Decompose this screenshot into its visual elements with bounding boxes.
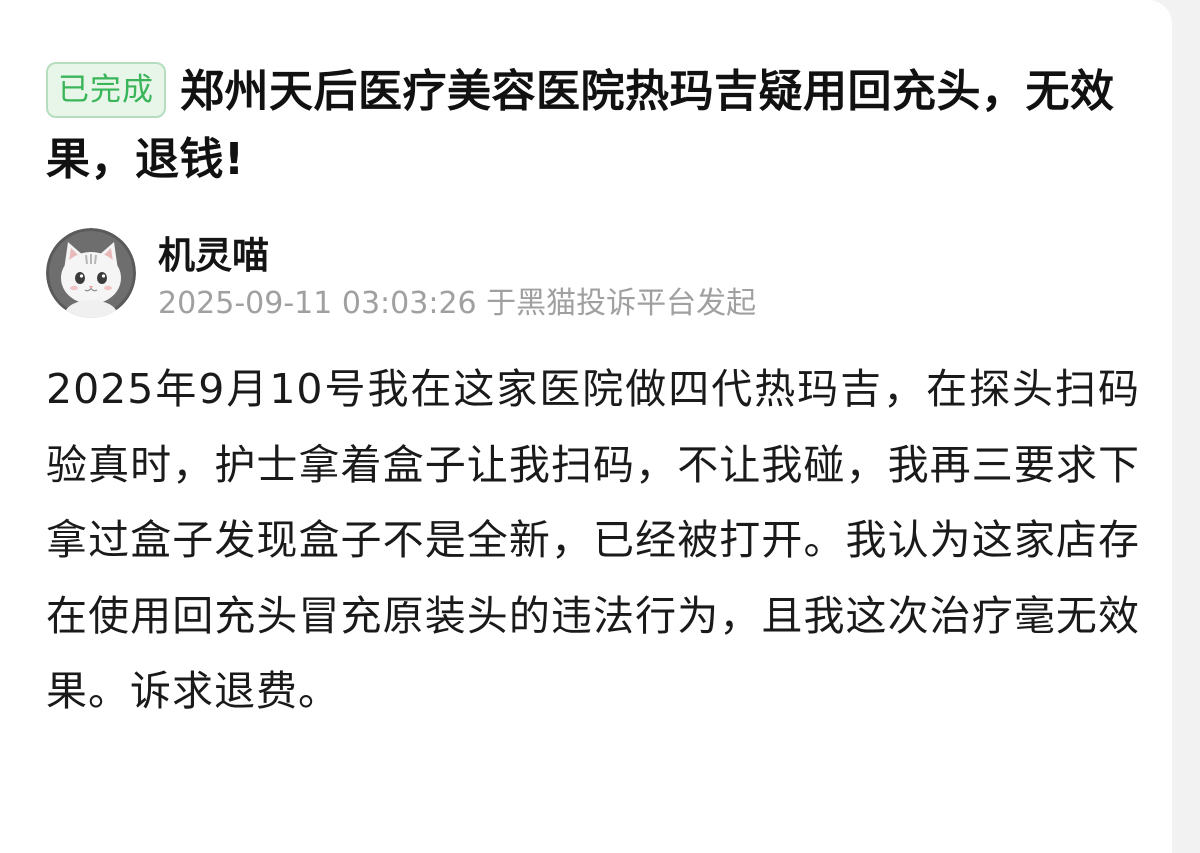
cat-avatar-icon[interactable] <box>46 228 136 318</box>
post-meta: 2025-09-11 03:03:26 于黑猫投诉平台发起 <box>158 284 756 324</box>
post-source: 于黑猫投诉平台发起 <box>486 286 757 321</box>
post-title[interactable]: 郑州天后医疗美容医院热玛吉疑用回充头，无效果，退钱! <box>46 66 1115 185</box>
complaint-card: 已完成 郑州天后医疗美容医院热玛吉疑用回充头，无效果，退钱! 机灵喵 2025-… <box>0 0 1172 853</box>
complaint-body: 2025年9月10号我在这家医院做四代热玛吉，在探头扫码验真时，护士拿着盒子让我… <box>46 365 1140 715</box>
post-timestamp: 2025-09-11 03:03:26 <box>158 286 477 321</box>
author-name[interactable]: 机灵喵 <box>158 232 269 280</box>
author-block: 机灵喵 2025-09-11 03:03:26 于黑猫投诉平台发起 <box>46 228 1136 324</box>
post-title-block[interactable]: 已完成 郑州天后医疗美容医院热玛吉疑用回充头，无效果，退钱! <box>46 58 1136 194</box>
status-badge: 已完成 <box>46 62 166 118</box>
